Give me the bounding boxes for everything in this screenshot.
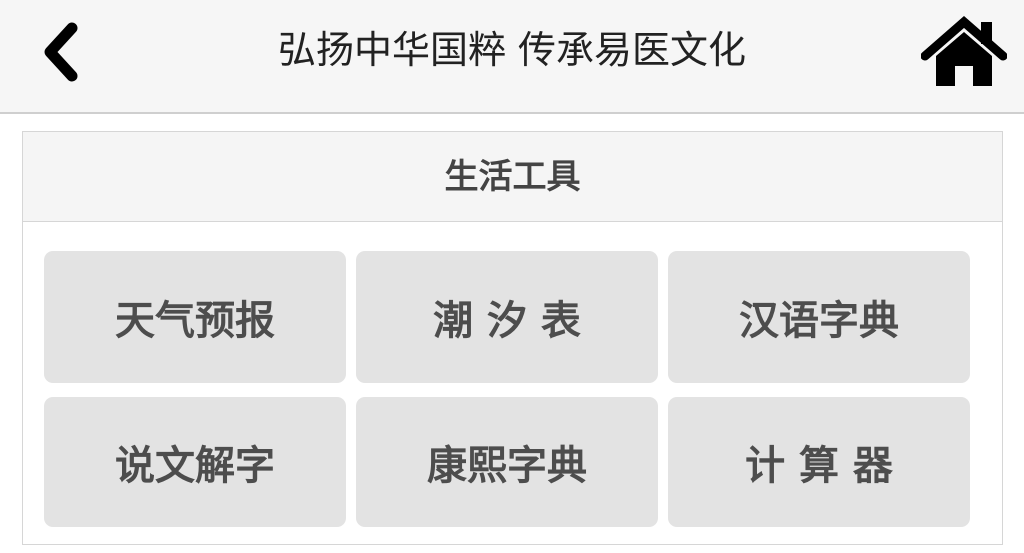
back-button[interactable] bbox=[20, 12, 100, 92]
life-tools-panel: 生活工具 天气预报 潮 汐 表 汉语字典 说文解字 康熙字典 计 算 器 bbox=[22, 131, 1003, 545]
chevron-left-icon bbox=[44, 22, 78, 82]
weather-forecast-button[interactable]: 天气预报 bbox=[44, 251, 346, 383]
panel-title: 生活工具 bbox=[23, 132, 1002, 222]
chinese-dictionary-button[interactable]: 汉语字典 bbox=[668, 251, 970, 383]
tide-table-button[interactable]: 潮 汐 表 bbox=[356, 251, 658, 383]
calculator-button[interactable]: 计 算 器 bbox=[668, 397, 970, 527]
top-navigation-bar: 弘扬中华国粹 传承易医文化 bbox=[0, 0, 1024, 114]
shuowen-jiezi-button[interactable]: 说文解字 bbox=[44, 397, 346, 527]
kangxi-dictionary-button[interactable]: 康熙字典 bbox=[356, 397, 658, 527]
page-title: 弘扬中华国粹 传承易医文化 bbox=[277, 28, 747, 72]
tools-grid: 天气预报 潮 汐 表 汉语字典 说文解字 康熙字典 计 算 器 bbox=[44, 251, 974, 527]
home-icon bbox=[921, 16, 1007, 86]
home-button[interactable] bbox=[918, 10, 1010, 94]
